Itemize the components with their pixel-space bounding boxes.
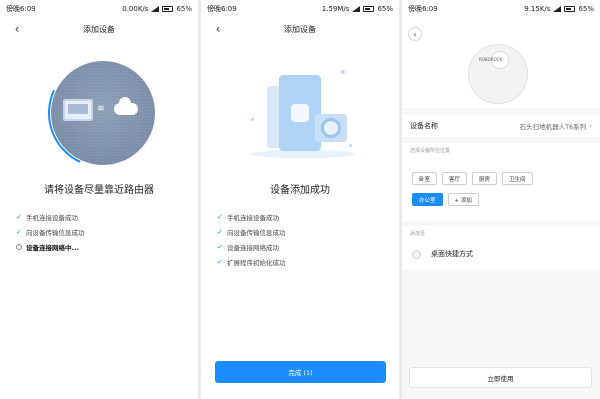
step-label: 手机连接设备成功 (227, 213, 279, 222)
signal-icon (553, 6, 562, 12)
camera-device-icon (321, 118, 341, 138)
status-bar: 傍晚6:09 0.00K/s 65% (0, 0, 198, 18)
step-label: 向设备传输信息成功 (26, 228, 85, 237)
mi-logo-icon (291, 104, 309, 122)
panel-device-settings: ROBOROCK 傍晚6:09 9.15K/s 65% ‹ 设备名称 石头扫地机… (402, 0, 600, 399)
step-list: ✓ 手机连接设备成功 ✓ 向设备传输信息成功 ✓ 设备连接网络成功 ✓ 扩展程序… (217, 209, 286, 269)
step-item: ✓ 手机连接设备成功 (16, 209, 85, 224)
device-name-label: 设备名称 (410, 122, 438, 130)
step-item-active: 设备连接网络中... (16, 239, 85, 254)
battery-level: 65% (377, 5, 393, 13)
battery-level: 65% (176, 5, 192, 13)
success-headline: 设备添加成功 (270, 185, 330, 196)
done-button[interactable]: 完成 (1) (215, 361, 386, 383)
battery-icon (564, 6, 576, 12)
step-item: ✓ 设备连接网络成功 (217, 239, 286, 254)
shortcut-label: 桌面快捷方式 (431, 250, 473, 258)
panel-connecting: 傍晚6:09 0.00K/s 65% ‹ 添加设备 ≋ 请将设备尽量靠近路由器 … (0, 0, 198, 399)
device-hero: ROBOROCK (402, 18, 600, 108)
step-label: 扩展程序初始化成功 (227, 258, 286, 267)
step-item: ✓ 扩展程序初始化成功 (217, 254, 286, 269)
back-arrow-icon[interactable]: ‹ (211, 22, 225, 36)
room-chip[interactable]: 卧室 (412, 172, 438, 185)
shortcut-row[interactable]: 桌面快捷方式 (402, 245, 600, 263)
room-chips-row2: 办公室 + 添加 (412, 193, 479, 206)
network-speed: 0.00K/s (122, 5, 149, 13)
step-item: ✓ 手机连接设备成功 (217, 209, 286, 224)
page-title: 添加设备 (284, 24, 316, 34)
add-to-label: 添加至 (410, 231, 426, 237)
floor-shadow (251, 150, 355, 158)
start-using-button[interactable]: 立即使用 (409, 367, 592, 388)
step-item: ✓ 向设备传输信息成功 (217, 224, 286, 239)
decor-dot (251, 118, 254, 121)
step-label: 向设备传输信息成功 (227, 228, 286, 237)
status-time: 傍晚6:09 (207, 5, 237, 13)
check-icon: ✓ (217, 227, 223, 236)
signal-icon (151, 6, 160, 12)
step-label: 设备连接网络中... (26, 243, 79, 252)
status-bar: 傍晚6:09 9.15K/s 65% (402, 0, 600, 18)
back-arrow-icon[interactable]: ‹ (10, 22, 24, 36)
shortcut-radio[interactable] (412, 249, 421, 259)
room-chips-row1: 卧室 客厅 厨房 卫生间 (412, 172, 533, 185)
panel-success: 傍晚6:09 1.59M/s 65% ‹ 添加设备 设备添加成功 ✓ 手机连接设… (201, 0, 399, 399)
robot-vacuum-image: ROBOROCK (468, 44, 528, 104)
decor-dot (341, 70, 345, 74)
location-label: 选择设备所在位置 (410, 148, 451, 154)
device-name-row[interactable]: 设备名称 石头扫地机器人T6系列 › (402, 115, 600, 137)
chevron-right-icon: › (589, 122, 592, 130)
screenshot: 傍晚6:09 0.00K/s 65% ‹ 添加设备 ≋ 请将设备尽量靠近路由器 … (0, 0, 600, 399)
devices-illustration (245, 70, 361, 160)
nav-bar: ‹ 添加设备 (0, 18, 198, 40)
loading-icon (16, 243, 22, 250)
router-icon (63, 99, 93, 121)
status-bar: 傍晚6:09 1.59M/s 65% (201, 0, 399, 18)
back-arrow-icon[interactable]: ‹ (408, 27, 422, 41)
decor-dot (349, 144, 352, 147)
check-icon: ✓ (217, 212, 223, 221)
battery-icon (162, 6, 174, 12)
signal-icon (352, 6, 361, 12)
step-label: 手机连接设备成功 (26, 213, 78, 222)
network-speed: 9.15K/s (524, 5, 551, 13)
check-icon: ✓ (16, 212, 22, 221)
check-icon: ✓ (217, 242, 223, 251)
nav-bar: ‹ 添加设备 (201, 18, 399, 40)
wifi-icon: ≋ (97, 104, 105, 114)
check-icon: ✓ (217, 257, 223, 266)
battery-level: 65% (578, 5, 594, 13)
status-time: 傍晚6:09 (6, 5, 36, 13)
step-list: ✓ 手机连接设备成功 ✓ 向设备传输信息成功 设备连接网络中... (16, 209, 85, 254)
battery-icon (363, 6, 375, 12)
room-chip[interactable]: 厨房 (472, 172, 498, 185)
add-room-button[interactable]: + 添加 (447, 193, 479, 206)
page-title: 添加设备 (83, 24, 115, 34)
check-icon: ✓ (16, 227, 22, 236)
network-speed: 1.59M/s (321, 5, 350, 13)
step-item: ✓ 向设备传输信息成功 (16, 224, 85, 239)
cloud-icon (114, 97, 138, 115)
room-chip[interactable]: 卫生间 (502, 172, 533, 185)
step-label: 设备连接网络成功 (227, 243, 279, 252)
room-chip-selected[interactable]: 办公室 (412, 193, 443, 206)
room-chip[interactable]: 客厅 (442, 172, 468, 185)
connecting-headline: 请将设备尽量靠近路由器 (44, 185, 154, 196)
status-time: 傍晚6:09 (408, 5, 438, 13)
robot-brand: ROBOROCK (479, 57, 503, 62)
device-name-value: 石头扫地机器人T6系列 (519, 123, 587, 131)
